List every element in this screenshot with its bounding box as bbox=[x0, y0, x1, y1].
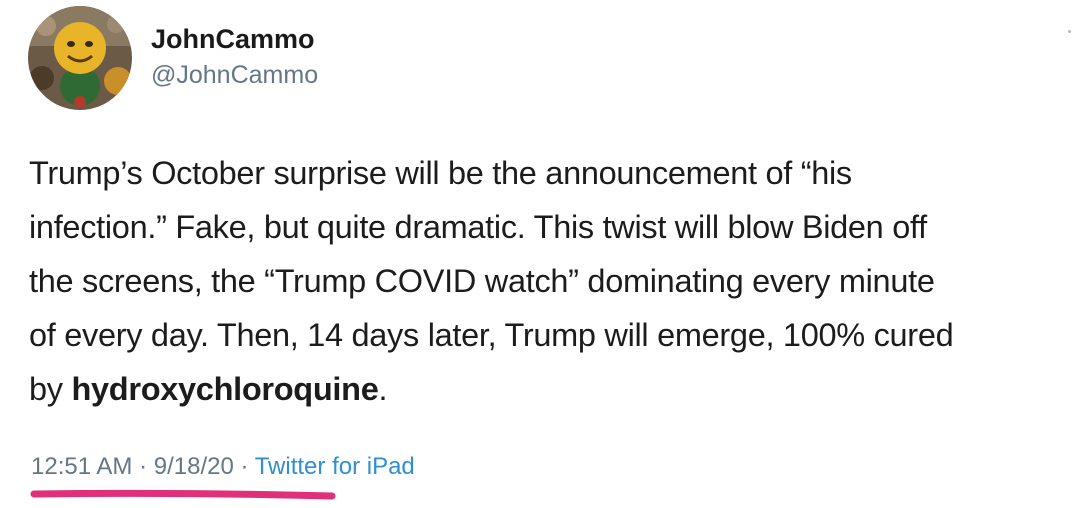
tweet-text-last-line: by hydroxychloroquine. bbox=[29, 362, 1074, 416]
meta-separator: · bbox=[233, 453, 255, 480]
tweet-text-line: Trump’s October surprise will be the ann… bbox=[29, 155, 852, 191]
more-options-icon[interactable] bbox=[1068, 30, 1071, 33]
display-name[interactable]: JohnCammo bbox=[151, 24, 315, 55]
tweet-text-line: infection.” Fake, but quite dramatic. Th… bbox=[29, 209, 927, 245]
tweet-text: Trump’s October surprise will be the ann… bbox=[29, 146, 1074, 416]
tweet-time[interactable]: 12:51 AM bbox=[31, 453, 132, 480]
avatar-image bbox=[28, 6, 132, 110]
tweet-source-link[interactable]: Twitter for iPad bbox=[255, 453, 415, 480]
meta-separator: · bbox=[132, 453, 154, 480]
user-handle[interactable]: @JohnCammo bbox=[151, 61, 318, 90]
bold-term: hydroxychloroquine bbox=[71, 371, 379, 407]
tweet-text-prefix: by bbox=[29, 371, 72, 407]
tweet-text-line: of every day. Then, 14 days later, Trump… bbox=[29, 317, 954, 353]
tweet-card: JohnCammo @JohnCammo Trump’s October sur… bbox=[0, 0, 1080, 508]
avatar[interactable] bbox=[28, 6, 132, 110]
tweet-text-line: the screens, the “Trump COVID watch” dom… bbox=[29, 263, 935, 299]
highlight-underline bbox=[30, 489, 336, 500]
tweet-text-suffix: . bbox=[378, 371, 388, 407]
tweet-date[interactable]: 9/18/20 bbox=[154, 453, 234, 480]
tweet-metadata: 12:51 AM · 9/18/20 · Twitter for iPad bbox=[31, 453, 415, 481]
